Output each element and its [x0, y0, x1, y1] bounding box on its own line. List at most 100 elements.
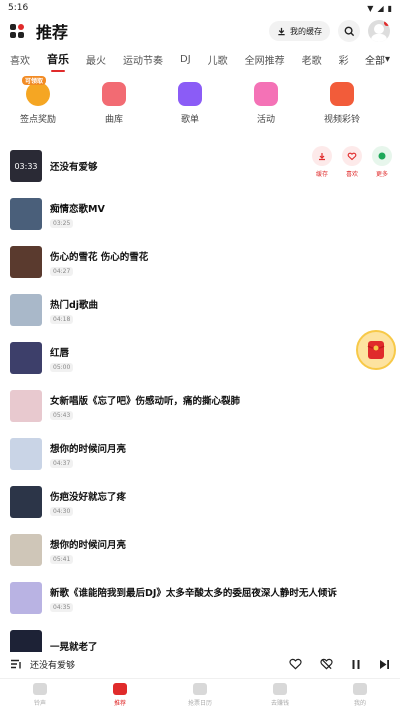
page-title: 推荐 [36, 23, 69, 42]
like-button[interactable]: 喜欢 [342, 146, 362, 178]
avatar[interactable] [368, 20, 390, 42]
dropdown-icon: ▾ [384, 53, 390, 65]
earn-icon [273, 683, 287, 695]
song-duration: 04:27 [50, 266, 74, 276]
song-duration: 04:37 [50, 458, 74, 468]
category-label: 活动 [256, 115, 275, 125]
playlist-queue-icon[interactable] [10, 659, 22, 670]
cover-time-label: 03:33 [14, 161, 38, 171]
nav-profile[interactable]: 我的 [320, 679, 400, 711]
song-cover [10, 246, 42, 278]
song-title: 还没有爱够 [50, 162, 98, 173]
cache-label: 缓存 [315, 171, 328, 178]
song-row[interactable]: 痴情恋歌MV 03:25 [0, 190, 400, 238]
song-title: 红唇 [50, 347, 70, 359]
dislike-icon[interactable] [320, 658, 333, 670]
category-label: 歌单 [180, 115, 199, 125]
heart-icon [342, 146, 362, 166]
library-icon [102, 82, 126, 106]
category-label: 签点奖励 [19, 115, 56, 125]
download-icon [278, 27, 285, 35]
song-title: 想你的时候问月亮 [50, 443, 127, 455]
tab-5[interactable]: 儿歌 [208, 52, 228, 67]
playlist-icon [178, 82, 202, 106]
nav-label: 铃声 [33, 700, 46, 707]
category-coin[interactable]: 可领取 签点奖励 [0, 76, 76, 134]
song-row[interactable]: 新歌《谁能陪我到最后DJ》太多辛酸太多的委屈夜深人静时无人倾诉 04:35 [0, 574, 400, 622]
song-row[interactable]: 伤疤没好就忘了疼 04:30 [0, 478, 400, 526]
song-cover: 03:33 [10, 150, 42, 182]
category-video-ringtone[interactable]: 视频彩铃 [304, 82, 380, 134]
song-cover [10, 534, 42, 566]
more-icon [372, 146, 392, 166]
nav-label: 推荐 [113, 700, 126, 707]
search-button[interactable] [338, 20, 360, 42]
song-row[interactable]: 想你的时候问月亮 04:37 [0, 430, 400, 478]
signal-icon: ◢ [377, 3, 384, 13]
nav-label: 我的 [353, 700, 366, 707]
wifi-icon: ▼ [367, 3, 374, 13]
song-list: 03:33 还没有爱够 缓存 喜欢 更多 痴情恋歌MV 03:25 伤心的雪花 伤心的雪花 04… [0, 142, 400, 670]
song-title: 热门dj歌曲 [50, 299, 99, 311]
tab-6[interactable]: 全网推荐 [245, 52, 285, 67]
nav-earn[interactable]: 去赚钱 [240, 679, 320, 711]
song-cover [10, 342, 42, 374]
tab-3[interactable]: 运动节奏 [123, 52, 163, 67]
video-ringtone-icon [330, 82, 354, 106]
song-title: 想你的时候问月亮 [50, 539, 127, 551]
tab-0[interactable]: 喜欢 [10, 52, 30, 67]
tab-2[interactable]: 最火 [86, 52, 106, 67]
song-row[interactable]: 热门dj歌曲 04:18 [0, 286, 400, 334]
nav-label: 抢票日历 [187, 700, 212, 707]
all-categories-button[interactable]: 全部 ▾ [358, 48, 390, 70]
mini-player[interactable]: 还没有爱够 [0, 652, 400, 676]
song-cover [10, 582, 42, 614]
my-cache-button[interactable]: 我的缓存 [269, 21, 330, 41]
tab-8[interactable]: 彩 [339, 52, 349, 67]
recommend-icon [113, 683, 127, 695]
battery-icon: ▮ [387, 3, 392, 13]
song-row[interactable]: 想你的时候问月亮 05:41 [0, 526, 400, 574]
song-duration: 05:41 [50, 554, 74, 564]
song-cover [10, 198, 42, 230]
song-duration: 04:35 [50, 602, 74, 612]
song-duration: 04:18 [50, 314, 74, 324]
nav-ringtone[interactable]: 铃声 [0, 679, 80, 711]
my-cache-label: 我的缓存 [290, 26, 322, 36]
cache-button[interactable]: 缓存 [312, 146, 332, 178]
song-title: 痴情恋歌MV [50, 203, 105, 215]
song-title: 女新唱版《忘了吧》伤感动听，痛的撕心裂肺 [50, 395, 241, 407]
status-bar: 5:16 ▼ ◢ ▮ [0, 0, 400, 16]
red-packet-icon [367, 341, 385, 359]
song-row[interactable]: 女新唱版《忘了吧》伤感动听，痛的撕心裂肺 05:43 [0, 382, 400, 430]
song-actions: 缓存 喜欢 更多 [312, 146, 392, 178]
category-playlist[interactable]: 歌单 [152, 82, 228, 134]
tab-4[interactable]: DJ [180, 54, 191, 65]
more-label: 更多 [375, 171, 388, 178]
pause-icon[interactable] [351, 659, 361, 670]
nav-recommend[interactable]: 推荐 [80, 679, 160, 711]
tab-7[interactable]: 老歌 [302, 52, 322, 67]
song-title: 新歌《谁能陪我到最后DJ》太多辛酸太多的委屈夜深人静时无人倾诉 [50, 587, 337, 599]
notification-dot [384, 20, 390, 26]
song-row[interactable]: 伤心的雪花 伤心的雪花 04:27 [0, 238, 400, 286]
like-icon[interactable] [289, 658, 302, 670]
song-row[interactable]: 红唇 05:00 [0, 334, 400, 382]
like-label: 喜欢 [345, 171, 358, 178]
search-icon [344, 26, 354, 36]
category-library[interactable]: 曲库 [76, 82, 152, 134]
category-gift[interactable]: 活动 [228, 82, 304, 134]
nav-calendar[interactable]: 抢票日历 [160, 679, 240, 711]
tab-1[interactable]: 音乐 [47, 51, 69, 67]
song-duration: 05:00 [50, 362, 74, 372]
song-row[interactable]: 03:33 还没有爱够 缓存 喜欢 更多 [0, 142, 400, 190]
app-menu-icon[interactable] [10, 24, 24, 38]
more-button[interactable]: 更多 [372, 146, 392, 178]
song-duration: 03:25 [50, 218, 74, 228]
song-cover [10, 294, 42, 326]
download-icon [312, 146, 332, 166]
nav-label: 去赚钱 [270, 700, 289, 707]
next-track-icon[interactable] [379, 659, 390, 670]
bottom-nav: 铃声 推荐 抢票日历 去赚钱 我的 [0, 678, 400, 711]
red-packet-float-button[interactable] [356, 330, 396, 370]
